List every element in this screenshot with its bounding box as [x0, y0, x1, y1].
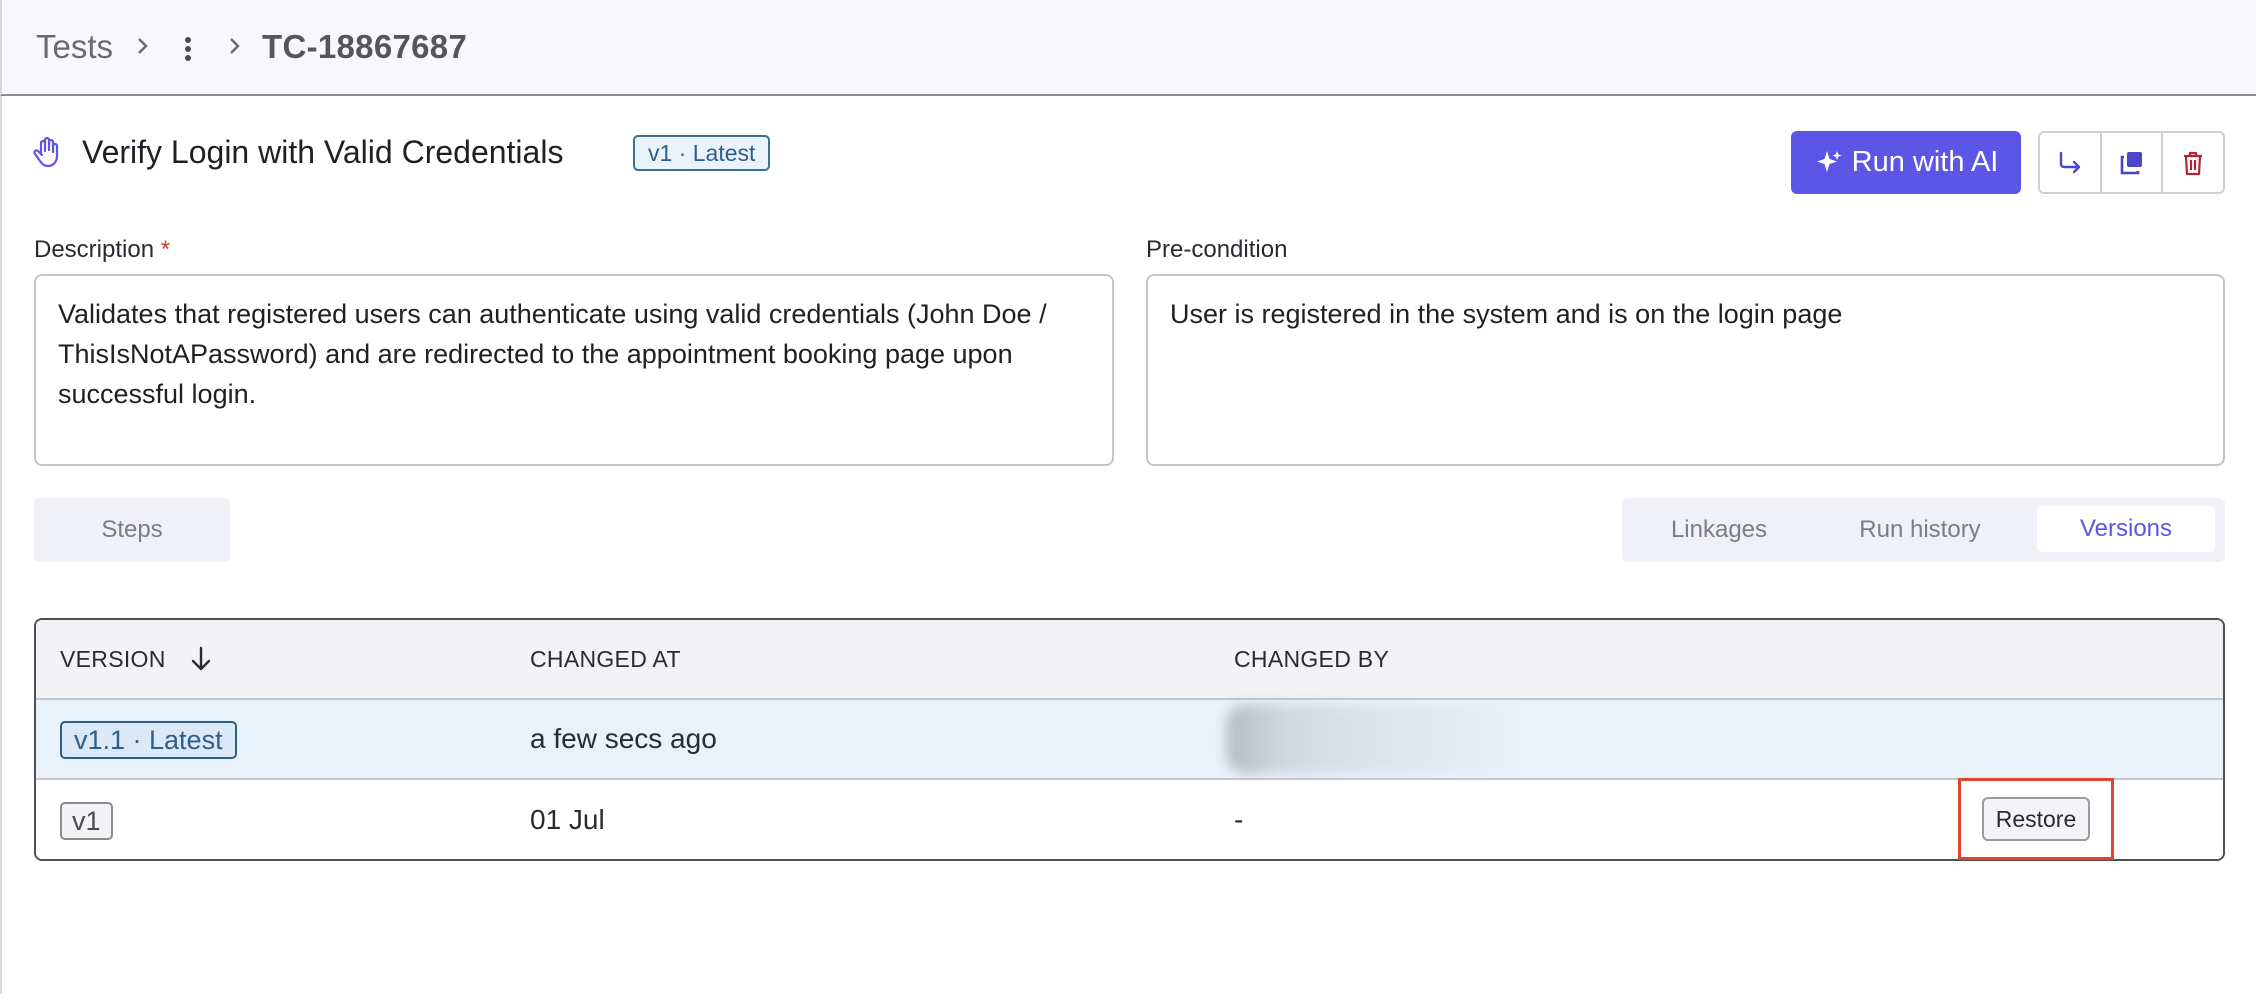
chevron-right-icon: [230, 38, 240, 54]
test-title: Verify Login with Valid Credentials: [82, 134, 564, 170]
column-header-changed-by: CHANGED BY: [1234, 646, 1390, 672]
more-options-icon[interactable]: [180, 34, 196, 64]
tab-linkages[interactable]: Linkages: [1644, 498, 1794, 562]
breadcrumb-tests-link[interactable]: Tests: [36, 28, 113, 66]
action-icon-group: [2038, 131, 2225, 194]
changed-at-cell: a few secs ago: [530, 723, 717, 754]
run-with-ai-button[interactable]: Run with AI: [1791, 131, 2021, 194]
breadcrumb-current: TC-18867687: [262, 28, 468, 65]
tab-versions[interactable]: Versions: [2037, 506, 2215, 552]
breadcrumb-bar: Tests TC-18867687: [0, 0, 2256, 96]
right-tab-group: Linkages Run history Versions: [1622, 498, 2225, 562]
sparkle-icon: [1816, 150, 1842, 172]
versions-table: VERSION CHANGED AT CHANGED BY v1.1 · Lat…: [34, 618, 2225, 861]
precondition-field[interactable]: User is registered in the system and is …: [1146, 274, 2225, 466]
changed-by-cell: -: [1234, 804, 1244, 835]
delete-button[interactable]: [2163, 133, 2223, 192]
trash-icon: [2184, 151, 2203, 175]
table-header: VERSION CHANGED AT CHANGED BY: [36, 620, 2223, 700]
redacted-user-avatar: [1226, 704, 1526, 774]
tab-steps[interactable]: Steps: [34, 498, 230, 562]
table-row[interactable]: v1 01 Jul -: [36, 780, 2223, 859]
required-mark: *: [160, 236, 171, 263]
manual-test-hand-icon: [33, 136, 59, 168]
chevron-right-icon: [138, 38, 148, 54]
restore-button[interactable]: Restore: [1982, 797, 2090, 841]
version-chip: v1: [60, 802, 113, 840]
left-border: [0, 96, 2, 994]
version-badge: v1 · Latest: [633, 135, 771, 171]
description-label: Description *: [34, 236, 170, 264]
duplicate-button[interactable]: [2102, 133, 2164, 192]
description-label-text: Description: [34, 236, 155, 263]
table-row[interactable]: v1.1 · Latest a few secs ago: [36, 700, 2223, 780]
run-with-ai-label: Run with AI: [1851, 146, 1999, 178]
version-chip: v1.1 · Latest: [60, 721, 237, 759]
description-field[interactable]: Validates that registered users can auth…: [34, 274, 1114, 466]
precondition-label: Pre-condition: [1146, 236, 1288, 263]
arrow-turn-right-icon: [2059, 151, 2081, 173]
column-header-version[interactable]: VERSION: [60, 646, 166, 673]
changed-at-cell: 01 Jul: [530, 804, 605, 835]
move-button[interactable]: [2040, 133, 2102, 192]
copy-icon: [2120, 151, 2142, 174]
column-header-changed-at: CHANGED AT: [530, 646, 681, 672]
tab-run-history[interactable]: Run history: [1834, 498, 2006, 562]
sort-descending-icon[interactable]: [188, 644, 214, 674]
